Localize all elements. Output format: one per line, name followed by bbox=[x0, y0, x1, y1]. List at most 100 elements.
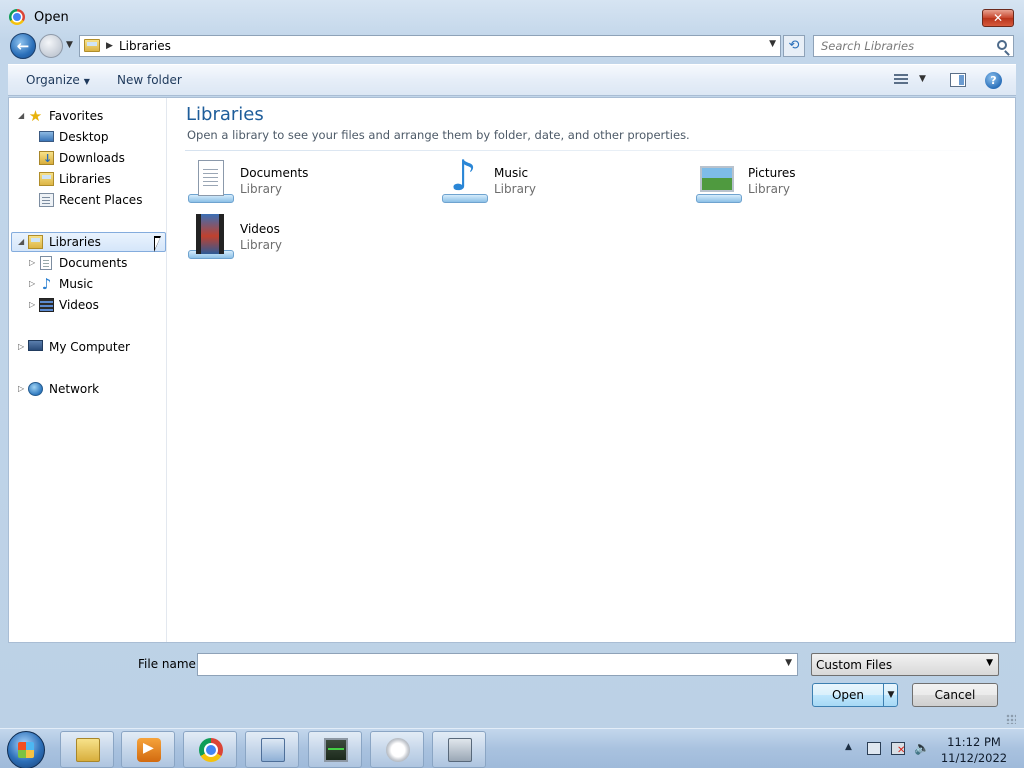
gauge-icon bbox=[386, 738, 410, 762]
organize-label: Organize bbox=[26, 73, 80, 87]
media-player-icon bbox=[137, 738, 161, 762]
breadcrumb-libraries[interactable]: Libraries bbox=[119, 39, 171, 53]
star-icon: ★ bbox=[28, 107, 43, 125]
close-icon: ✕ bbox=[992, 11, 1004, 25]
search-icon[interactable] bbox=[997, 40, 1007, 50]
recent-places-icon bbox=[39, 193, 54, 207]
address-bar[interactable]: ▶ Libraries ▼ bbox=[79, 35, 781, 57]
cancel-button[interactable]: Cancel bbox=[912, 683, 998, 707]
windows-explorer-icon bbox=[76, 738, 100, 762]
library-item-documents[interactable]: Documents Library bbox=[186, 158, 426, 208]
tree-videos[interactable]: ▷ Videos bbox=[9, 295, 164, 315]
file-type-select[interactable]: Custom Files ▼ bbox=[811, 653, 999, 676]
taskbar-setup[interactable] bbox=[432, 731, 486, 768]
setup-icon bbox=[448, 738, 472, 762]
tree-label: Recent Places bbox=[59, 193, 143, 207]
file-name-dropdown-icon[interactable]: ▼ bbox=[785, 658, 792, 668]
tree-recent-places[interactable]: Recent Places bbox=[9, 190, 164, 210]
library-type: Library bbox=[494, 182, 536, 196]
divider bbox=[185, 150, 1005, 151]
taskbar-gauge[interactable] bbox=[370, 731, 424, 768]
tree-desktop[interactable]: Desktop bbox=[9, 127, 164, 147]
organize-button[interactable]: Organize ▼ bbox=[26, 73, 90, 87]
collapsed-arrow-icon[interactable]: ▷ bbox=[29, 295, 35, 315]
new-folder-button[interactable]: New folder bbox=[117, 73, 182, 87]
view-options-dropdown-icon[interactable]: ▼ bbox=[919, 74, 926, 84]
resize-grip[interactable] bbox=[1006, 714, 1016, 724]
videos-library-icon bbox=[186, 214, 234, 262]
expanded-arrow-icon[interactable]: ◢ bbox=[18, 106, 24, 126]
file-name-input[interactable] bbox=[198, 654, 768, 675]
breadcrumb-separator-icon[interactable]: ▶ bbox=[106, 38, 113, 54]
open-options-dropdown-icon[interactable]: ▼ bbox=[883, 684, 898, 706]
navigation-pane[interactable]: ◢ ★ Favorites Desktop Downloads Librarie… bbox=[9, 98, 167, 642]
desktop-icon bbox=[39, 131, 54, 142]
file-name-combo: ▼ bbox=[197, 653, 798, 676]
tree-music[interactable]: ▷ ♪ Music bbox=[9, 274, 164, 294]
tree-favorites[interactable]: ◢ ★ Favorites bbox=[9, 106, 164, 126]
taskbar-chrome[interactable] bbox=[183, 731, 237, 768]
tree-documents[interactable]: ▷ Documents bbox=[9, 253, 164, 273]
network-tray-icon[interactable] bbox=[867, 742, 881, 755]
open-button-label: Open bbox=[831, 688, 865, 702]
taskbar-media-player[interactable] bbox=[121, 731, 175, 768]
tree-my-computer[interactable]: ▷ My Computer bbox=[9, 337, 164, 357]
refresh-button[interactable]: ⟲ bbox=[783, 35, 805, 57]
chrome-icon bbox=[9, 9, 25, 25]
collapsed-arrow-icon[interactable]: ▷ bbox=[18, 337, 24, 357]
file-list-pane[interactable]: Libraries Open a library to see your fil… bbox=[177, 98, 1015, 642]
tree-downloads[interactable]: Downloads bbox=[9, 148, 164, 169]
tree-favorites-libraries[interactable]: Libraries bbox=[9, 169, 164, 189]
page-title: Libraries bbox=[186, 104, 264, 125]
system-monitor-icon bbox=[324, 738, 348, 762]
library-folder-icon bbox=[28, 235, 43, 249]
start-button[interactable] bbox=[7, 731, 45, 768]
forward-button[interactable] bbox=[39, 34, 63, 58]
tree-network[interactable]: ▷ Network bbox=[9, 379, 164, 399]
close-button[interactable]: ✕ bbox=[982, 9, 1014, 27]
downloads-icon bbox=[39, 149, 54, 169]
search-input[interactable] bbox=[814, 36, 994, 56]
help-icon[interactable]: ? bbox=[985, 72, 1002, 89]
tree-label: Desktop bbox=[59, 130, 109, 144]
computer-icon bbox=[28, 340, 43, 351]
taskbar: ▲ 🔈 11:12 PM 11/12/2022 bbox=[0, 728, 1024, 768]
videos-icon bbox=[39, 298, 54, 312]
clock-time[interactable]: 11:12 PM bbox=[938, 735, 1010, 749]
pictures-library-icon bbox=[694, 158, 742, 206]
tree-label: Videos bbox=[59, 298, 99, 312]
tree-label: Network bbox=[49, 382, 100, 396]
preview-pane-icon[interactable] bbox=[950, 73, 966, 87]
documents-icon bbox=[40, 256, 52, 270]
tree-libraries[interactable]: ◢ Libraries bbox=[9, 232, 164, 252]
recent-pages-dropdown-icon[interactable]: ▼ bbox=[66, 40, 73, 50]
back-button[interactable]: ← bbox=[10, 33, 36, 59]
open-dialog: Open ✕ ← ▼ ▶ Libraries ▼ ⟲ Organize▼ New… bbox=[0, 0, 1024, 728]
library-item-pictures[interactable]: Pictures Library bbox=[694, 158, 934, 208]
music-library-icon: ♪ bbox=[440, 154, 488, 206]
open-button[interactable]: Open ▼ bbox=[812, 683, 898, 707]
change-view-icon[interactable] bbox=[894, 74, 908, 86]
mouse-cursor-icon bbox=[154, 236, 161, 252]
library-type: Library bbox=[240, 238, 282, 252]
taskbar-explorer[interactable] bbox=[60, 731, 114, 768]
collapsed-arrow-icon[interactable]: ▷ bbox=[29, 253, 35, 273]
show-hidden-icons-icon[interactable]: ▲ bbox=[845, 742, 852, 752]
volume-icon[interactable]: 🔈 bbox=[914, 742, 930, 755]
address-dropdown-icon[interactable]: ▼ bbox=[769, 39, 776, 49]
library-name: Documents bbox=[240, 166, 309, 180]
collapsed-arrow-icon[interactable]: ▷ bbox=[18, 379, 24, 399]
library-item-music[interactable]: ♪ Music Library bbox=[440, 154, 680, 208]
taskbar-control-panel[interactable] bbox=[245, 731, 299, 768]
taskbar-system-monitor[interactable] bbox=[308, 731, 362, 768]
chevron-down-icon: ▼ bbox=[83, 77, 90, 86]
action-center-icon[interactable] bbox=[891, 742, 905, 756]
expanded-arrow-icon[interactable]: ◢ bbox=[18, 232, 24, 252]
collapsed-arrow-icon[interactable]: ▷ bbox=[29, 274, 35, 294]
title-bar[interactable]: Open ✕ bbox=[0, 0, 1024, 34]
library-type: Library bbox=[748, 182, 790, 196]
command-bar: Organize ▼ New folder ▼ ? bbox=[8, 64, 1016, 96]
chrome-icon bbox=[199, 738, 223, 762]
clock-date[interactable]: 11/12/2022 bbox=[938, 751, 1010, 765]
library-item-videos[interactable]: Videos Library bbox=[186, 214, 426, 264]
